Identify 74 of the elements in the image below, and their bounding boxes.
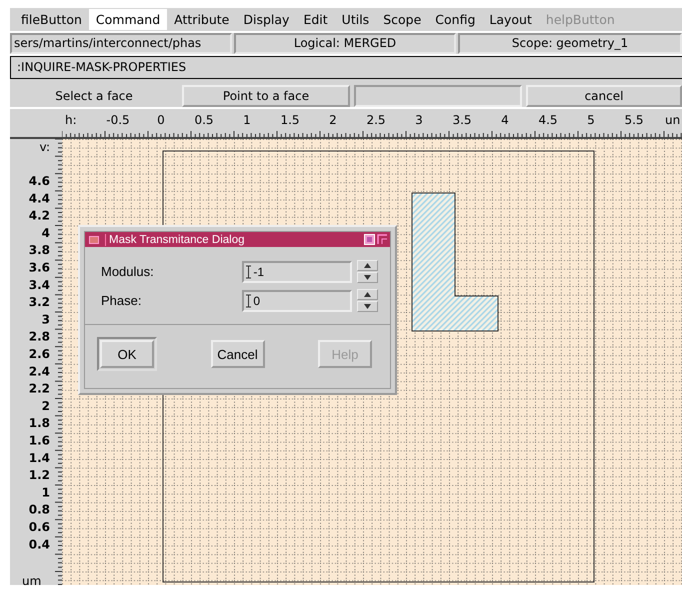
ruler-label: 4.2: [28, 208, 50, 223]
spin-down-button[interactable]: [357, 301, 378, 312]
ruler-label: un: [665, 113, 680, 127]
dialog-button[interactable]: OK: [100, 340, 154, 368]
spin-up-button[interactable]: [357, 260, 378, 271]
minimize-icon[interactable]: [377, 234, 388, 245]
ruler-label: 3.8: [28, 243, 50, 258]
ruler-label: -0.5: [106, 113, 130, 127]
ruler-label: 2.2: [28, 382, 50, 396]
input-field[interactable]: -1: [242, 260, 352, 282]
up-arrow-icon: [364, 263, 371, 268]
prompt-button[interactable]: cancel: [526, 85, 682, 107]
ruler-label: 1.6: [28, 434, 50, 448]
ruler-label: v:: [40, 140, 50, 154]
ruler-label: 4: [42, 226, 50, 240]
menu-item[interactable]: fileButton: [14, 8, 89, 30]
scope-field: Scope: geometry_1: [458, 32, 682, 54]
menu-item[interactable]: Layout: [482, 8, 539, 30]
ruler-label: 1: [243, 113, 251, 127]
ruler-label: 2.4: [28, 364, 50, 378]
ruler-label: 4.6: [28, 174, 50, 188]
ruler-label: 4.5: [538, 113, 558, 127]
ruler-label: 4: [501, 113, 509, 127]
ruler-label: 1: [42, 485, 50, 500]
ruler-label: 2.8: [28, 330, 50, 344]
ruler-label: 1.5: [280, 113, 300, 127]
dialog-button[interactable]: Cancel: [210, 340, 264, 368]
ruler-label: 0: [157, 113, 165, 127]
spin-down-button[interactable]: [357, 272, 378, 283]
ruler-label: 5: [587, 113, 595, 127]
logical-field: Logical: MERGED: [234, 32, 456, 54]
ruler-label: 0.8: [28, 502, 50, 517]
ruler-label: 5.5: [624, 113, 644, 127]
menu-item[interactable]: Display: [236, 8, 296, 30]
ruler-label: 3.4: [28, 278, 50, 292]
ruler-label: 4.4: [28, 191, 50, 206]
ruler-label: 0.6: [28, 520, 50, 534]
ruler-label: 3.2: [28, 295, 50, 310]
down-arrow-icon: [364, 275, 371, 280]
input-field[interactable]: 0: [242, 290, 352, 312]
field-label: Modulus:: [101, 264, 155, 279]
ruler-label: 3.5: [452, 113, 472, 127]
menu-item[interactable]: Utils: [334, 8, 376, 30]
ruler-label: 0.4: [28, 537, 50, 552]
ruler-label: 3.6: [28, 260, 50, 274]
ruler-label: 2.6: [28, 347, 50, 361]
ruler-label: 2.5: [366, 113, 386, 127]
spin-up-button[interactable]: [357, 289, 378, 300]
window-menu-icon[interactable]: [89, 236, 99, 244]
path-field: sers/martins/interconnect/phas: [10, 32, 232, 54]
prompt-button[interactable]: Point to a face: [182, 85, 350, 107]
field-label: Phase:: [101, 293, 142, 308]
prompt-label: Select a face: [54, 88, 134, 105]
ruler-label: 0.5: [194, 113, 214, 127]
ruler-label: um: [22, 574, 42, 585]
ruler-label: 1.2: [28, 468, 50, 482]
text-cursor-icon: [246, 294, 252, 308]
menu-item[interactable]: Scope: [376, 8, 428, 30]
ruler-label: 3: [415, 113, 423, 127]
menu-item[interactable]: Edit: [296, 8, 335, 30]
mask-shape[interactable]: [412, 192, 498, 332]
ruler-label: h:: [65, 113, 77, 127]
menu-item[interactable]: Command: [88, 8, 168, 30]
ruler-label: 3: [42, 312, 50, 326]
menu-item[interactable]: Config: [428, 8, 482, 30]
ruler-label: 2: [42, 398, 50, 413]
down-arrow-icon: [364, 304, 371, 309]
ruler-label: 2: [329, 113, 337, 127]
ruler-label: 1.8: [28, 416, 50, 430]
text-cursor-icon: [246, 264, 252, 278]
maximize-icon[interactable]: [364, 234, 375, 245]
menu-item[interactable]: Attribute: [167, 8, 236, 30]
up-arrow-icon: [364, 292, 371, 297]
ruler-label: 1.4: [28, 450, 50, 465]
